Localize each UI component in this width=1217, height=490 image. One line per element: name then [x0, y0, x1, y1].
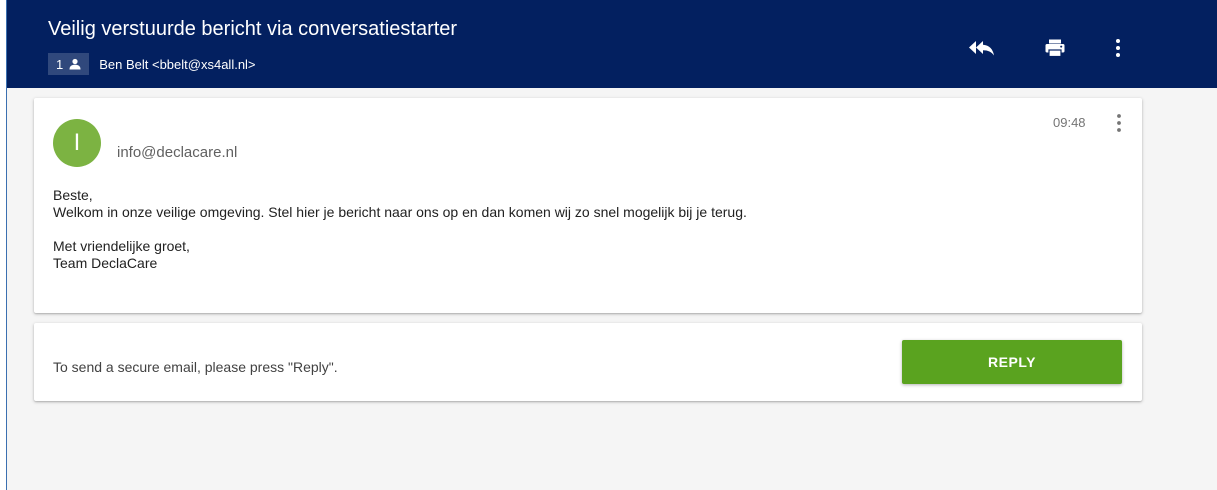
message-time: 09:48: [1053, 115, 1086, 130]
participants-row: 1 Ben Belt <bbelt@xs4all.nl>: [48, 53, 256, 75]
participants-list: Ben Belt <bbelt@xs4all.nl>: [99, 56, 256, 72]
body-closing: Met vriendelijke groet,: [53, 238, 190, 254]
participant-count: 1: [56, 56, 64, 72]
mail-viewer: Veilig verstuurde bericht via conversati…: [6, 0, 1217, 490]
sender-avatar: I: [53, 119, 101, 167]
more-vertical-icon[interactable]: [1104, 36, 1132, 60]
reply-all-icon[interactable]: [968, 36, 996, 60]
avatar-initial: I: [73, 129, 81, 156]
participant-count-badge[interactable]: 1: [48, 53, 90, 75]
body-greeting: Beste,: [53, 187, 93, 203]
message-body: Beste, Welkom in onze veilige omgeving. …: [53, 187, 747, 272]
message-card: I info@declacare.nl 09:48 Beste, Welkom …: [34, 98, 1142, 313]
body-line: Welkom in onze veilige omgeving. Stel hi…: [53, 204, 747, 220]
sender-address: info@declacare.nl: [117, 144, 238, 161]
conversation-header: Veilig verstuurde bericht via conversati…: [7, 0, 1217, 88]
reply-button[interactable]: REPLY: [902, 340, 1122, 384]
print-icon[interactable]: [1041, 36, 1069, 60]
message-more-icon[interactable]: [1111, 111, 1127, 135]
reply-hint-text: To send a secure email, please press "Re…: [53, 359, 338, 375]
person-icon: [69, 58, 81, 70]
conversation-subject: Veilig verstuurde bericht via conversati…: [48, 18, 458, 40]
body-signature: Team DeclaCare: [53, 255, 158, 271]
reply-panel: To send a secure email, please press "Re…: [34, 323, 1142, 401]
